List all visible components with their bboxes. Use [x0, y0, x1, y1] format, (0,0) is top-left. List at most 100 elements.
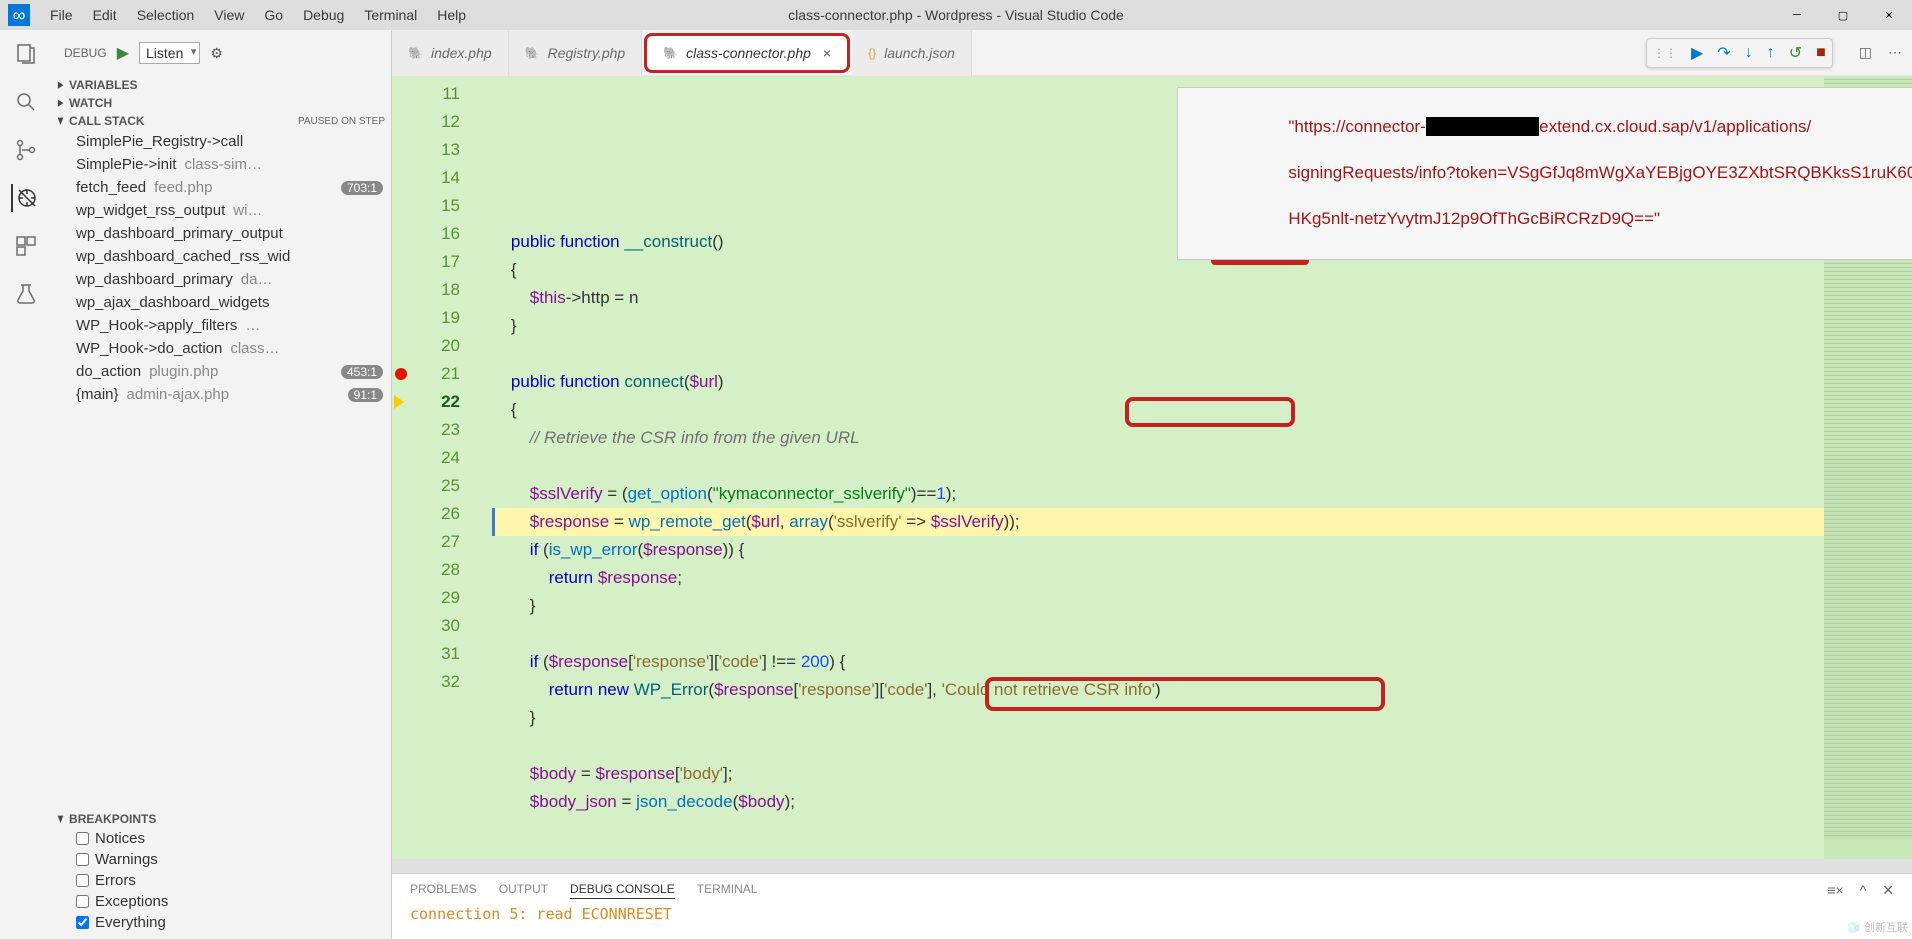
test-icon[interactable] [12, 280, 40, 308]
php-file-icon: 🐘 [663, 46, 678, 60]
maximize-button[interactable]: ▢ [1820, 0, 1866, 30]
explorer-icon[interactable] [12, 40, 40, 68]
stack-frame[interactable]: wp_dashboard_primary_output [52, 222, 391, 245]
breakpoint-checkbox[interactable] [76, 916, 89, 929]
stack-frame[interactable]: wp_dashboard_primaryda… [52, 268, 391, 291]
stack-frame[interactable]: WP_Hook->apply_filters… [52, 314, 391, 337]
menu-go[interactable]: Go [254, 0, 293, 30]
code-line[interactable]: } [492, 312, 1824, 340]
close-tab-icon[interactable]: × [823, 45, 831, 61]
search-icon[interactable] [12, 88, 40, 116]
code-line[interactable]: return $response; [492, 564, 1824, 592]
stack-frame[interactable]: wp_dashboard_cached_rss_wid [52, 245, 391, 268]
menu-edit[interactable]: Edit [83, 0, 127, 30]
start-debug-button[interactable]: ▶ [117, 43, 129, 63]
watch-section[interactable]: WATCH [52, 94, 391, 112]
code-line[interactable]: $body_json = json_decode($body); [492, 788, 1824, 816]
stack-frame[interactable]: do_actionplugin.php453:1 [52, 360, 391, 383]
code-line[interactable]: $response = wp_remote_get($url, array('s… [492, 508, 1824, 536]
split-editor-icon[interactable]: ◫ [1859, 44, 1872, 61]
code-line[interactable]: $sslVerify = (get_option("kymaconnector_… [492, 480, 1824, 508]
clear-console-icon[interactable]: ≡× [1827, 882, 1843, 899]
breakpoint-icon[interactable] [395, 368, 407, 380]
breakpoint-checkbox[interactable] [76, 895, 89, 908]
code-line[interactable] [492, 340, 1824, 368]
breakpoint-option[interactable]: Notices [52, 828, 391, 849]
panel-tab-debug-console[interactable]: DEBUG CONSOLE [570, 882, 675, 899]
code-line[interactable]: if ($response['response']['code'] !== 20… [492, 648, 1824, 676]
breakpoint-option[interactable]: Everything [52, 912, 391, 933]
code-line[interactable]: if (is_wp_error($response)) { [492, 536, 1824, 564]
breakpoint-checkbox[interactable] [76, 832, 89, 845]
extensions-icon[interactable] [12, 232, 40, 260]
restart-button[interactable]: ↺ [1789, 43, 1802, 63]
highlight-json-decode [985, 677, 1385, 711]
current-line-icon [394, 395, 404, 409]
menu-help[interactable]: Help [427, 0, 476, 30]
stack-frame[interactable]: wp_ajax_dashboard_widgets [52, 291, 391, 314]
activity-bar [0, 30, 52, 939]
breakpoint-checkbox[interactable] [76, 853, 89, 866]
callstack-status: PAUSED ON STEP [298, 116, 385, 127]
editor-tab[interactable]: 🐘class-connector.php× [644, 33, 850, 73]
code-line[interactable]: } [492, 592, 1824, 620]
menu-selection[interactable]: Selection [127, 0, 205, 30]
editor-tab[interactable]: 🐘Registry.php [509, 30, 643, 76]
breakpoint-option[interactable]: Warnings [52, 849, 391, 870]
stack-frame[interactable]: wp_widget_rss_outputwi… [52, 199, 391, 222]
breakpoint-checkbox[interactable] [76, 874, 89, 887]
panel-maximize-icon[interactable]: ^ [1860, 882, 1867, 899]
breakpoint-option[interactable]: Errors [52, 870, 391, 891]
menu-debug[interactable]: Debug [293, 0, 354, 30]
debug-settings-icon[interactable]: ⚙ [210, 45, 223, 62]
watermark: 🧊 创新互联 [1847, 919, 1908, 935]
code-line[interactable] [492, 732, 1824, 760]
close-window-button[interactable]: ✕ [1866, 0, 1912, 30]
menu-file[interactable]: File [40, 0, 83, 30]
step-over-button[interactable]: ↷ [1717, 43, 1730, 63]
panel-tab-problems[interactable]: PROBLEMS [410, 882, 477, 899]
variables-section[interactable]: VARIABLES [52, 76, 391, 94]
stack-frame[interactable]: fetch_feedfeed.php703:1 [52, 176, 391, 199]
code-line[interactable] [492, 620, 1824, 648]
breakpoint-option[interactable]: Exceptions [52, 891, 391, 912]
step-into-button[interactable]: ↓ [1745, 44, 1753, 62]
editor-tab[interactable]: 🐘index.php [392, 30, 509, 76]
callstack-section[interactable]: CALL STACK PAUSED ON STEP [52, 112, 391, 130]
code-line[interactable]: $body = $response['body']; [492, 760, 1824, 788]
title-bar: FileEditSelectionViewGoDebugTerminalHelp… [0, 0, 1912, 30]
menu-view[interactable]: View [204, 0, 254, 30]
horizontal-scrollbar[interactable] [392, 859, 1912, 873]
code-line[interactable]: $this->http = n [492, 284, 1824, 312]
breakpoints-section[interactable]: BREAKPOINTS [52, 810, 391, 828]
toolbar-grip-icon[interactable]: ⋮⋮ [1653, 46, 1677, 60]
stack-frame[interactable]: {main}admin-ajax.php91:1 [52, 383, 391, 406]
stop-button[interactable]: ■ [1816, 44, 1826, 62]
minimize-button[interactable]: ─ [1774, 0, 1820, 30]
source-control-icon[interactable] [12, 136, 40, 164]
panel-tab-output[interactable]: OUTPUT [499, 882, 548, 899]
step-out-button[interactable]: ↑ [1767, 44, 1775, 62]
continue-button[interactable]: ▶ [1691, 43, 1703, 63]
panel-close-icon[interactable]: ✕ [1882, 882, 1894, 899]
debug-console-output: connection 5: read ECONNRESET [392, 903, 1912, 925]
code-line[interactable]: // Retrieve the CSR info from the given … [492, 424, 1824, 452]
editor-tab[interactable]: {}launch.json [852, 30, 972, 76]
vscode-logo-icon [8, 4, 30, 26]
panel-tab-terminal[interactable]: TERMINAL [697, 882, 758, 899]
php-file-icon: 🐘 [408, 46, 423, 60]
code-line[interactable]: public function connect($url) [492, 368, 1824, 396]
code-line[interactable] [492, 452, 1824, 480]
stack-frame[interactable]: WP_Hook->do_actionclass… [52, 337, 391, 360]
more-actions-icon[interactable]: ⋯ [1888, 44, 1902, 61]
stack-frame[interactable]: SimplePie->initclass-sim… [52, 153, 391, 176]
menu-terminal[interactable]: Terminal [354, 0, 427, 30]
debug-icon[interactable] [11, 184, 39, 212]
debug-config-select[interactable]: Listen [139, 42, 200, 64]
php-file-icon: 🐘 [525, 46, 540, 60]
debug-toolbar: ⋮⋮ ▶ ↷ ↓ ↑ ↺ ■ [1646, 38, 1833, 68]
code-editor[interactable]: 1112131415161718192021222324252627282930… [392, 76, 1912, 859]
code-line[interactable]: { [492, 256, 1824, 284]
menu-bar: FileEditSelectionViewGoDebugTerminalHelp [40, 0, 476, 30]
stack-frame[interactable]: SimplePie_Registry->call [52, 130, 391, 153]
